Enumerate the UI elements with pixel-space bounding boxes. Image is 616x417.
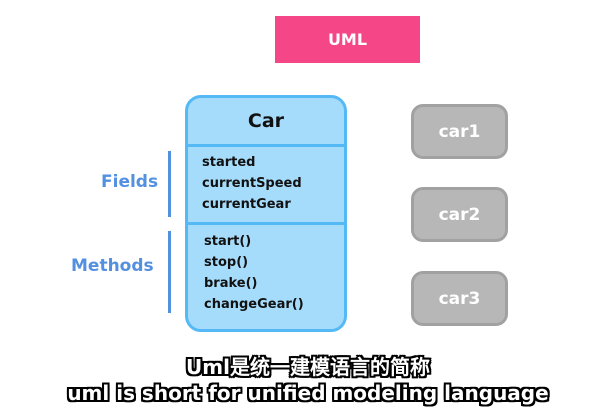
uml-badge: UML [275,16,420,63]
method-item: changeGear() [204,297,304,312]
method-item: start() [204,234,252,249]
subtitle-chinese: Uml是统一建模语言的简称 [186,355,430,379]
field-item: currentSpeed [202,176,302,191]
instance-car3: car3 [411,271,508,326]
methods-label: Methods [71,256,154,276]
class-divider-bottom [188,222,344,225]
uml-badge-label: UML [327,30,368,49]
class-divider-top [188,144,344,147]
subtitle-english: uml is short for unified modeling langua… [67,381,549,405]
field-item: currentGear [202,197,291,212]
method-item: stop() [204,255,249,270]
fields-label: Fields [101,172,159,192]
methods-bracket [168,231,171,313]
instance-car1: car1 [411,104,508,159]
instance-label: car1 [438,121,481,142]
instance-car2: car2 [411,187,508,242]
instance-label: car3 [438,288,481,309]
fields-list: started currentSpeed currentGear [202,152,302,215]
class-box-car: Car started currentSpeed currentGear sta… [185,95,347,332]
method-item: brake() [204,276,258,291]
class-name: Car [247,110,285,132]
field-item: started [202,155,256,170]
fields-bracket [168,151,171,217]
methods-list: start() stop() brake() changeGear() [204,231,304,315]
instance-label: car2 [438,204,481,225]
